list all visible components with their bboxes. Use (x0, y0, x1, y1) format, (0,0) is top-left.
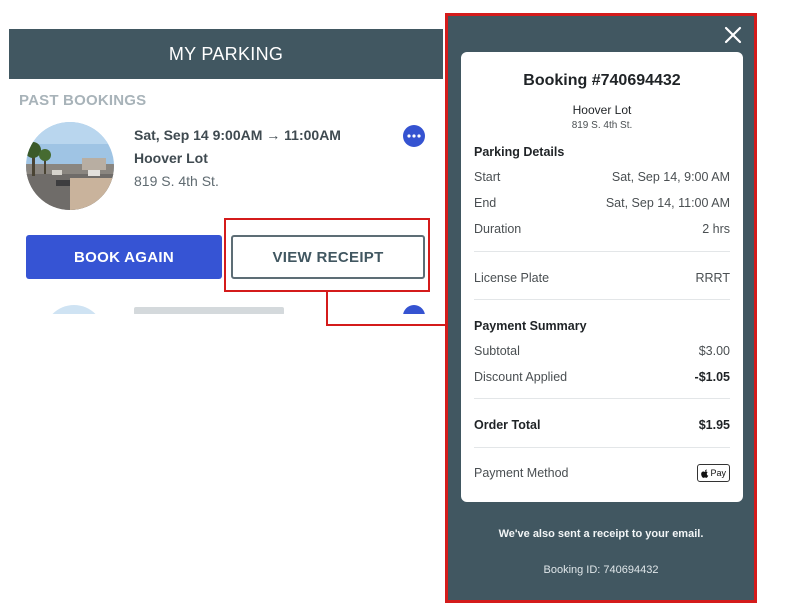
booking-id-footer: Booking ID: 740694432 (543, 564, 659, 576)
callout-connector (326, 292, 328, 326)
payment-method-row: Payment Method Pay (474, 464, 730, 482)
subtotal-value: $3.00 (698, 344, 730, 358)
booking-address: 819 S. 4th St. (134, 173, 219, 189)
divider (474, 251, 730, 252)
book-again-button[interactable]: BOOK AGAIN (26, 235, 222, 279)
section-label-past-bookings: PAST BOOKINGS (19, 92, 147, 109)
apple-pay-text: Pay (710, 468, 726, 478)
detail-row-end: End Sat, Sep 14, 11:00 AM (474, 196, 730, 210)
receipt-modal: Booking #740694432 Hoover Lot 819 S. 4th… (445, 13, 757, 603)
discount-label: Discount Applied (474, 370, 568, 384)
license-plate-value: RRRT (695, 271, 731, 285)
receipt-lot-name: Hoover Lot (572, 103, 632, 117)
license-plate-row: License Plate RRRT (474, 271, 730, 285)
divider (474, 299, 730, 300)
more-horizontal-icon (407, 134, 421, 138)
divider (474, 447, 730, 448)
apple-icon (701, 469, 709, 478)
detail-row-start: Start Sat, Sep 14, 9:00 AM (474, 170, 730, 184)
payment-method-label: Payment Method (474, 466, 569, 480)
order-total-label: Order Total (474, 418, 541, 432)
detail-label: End (474, 196, 497, 210)
next-booking-thumbnail (44, 305, 104, 314)
highlight-box (224, 218, 430, 292)
next-booking-more-button[interactable] (403, 305, 425, 314)
booking-lot-name: Hoover Lot (134, 150, 208, 166)
receipt-card: Booking #740694432 Hoover Lot 819 S. 4th… (461, 52, 743, 502)
detail-value: 2 hrs (702, 222, 730, 236)
detail-row-duration: Duration 2 hrs (474, 222, 730, 236)
subtotal-label: Subtotal (474, 344, 520, 358)
apple-pay-badge: Pay (697, 464, 730, 482)
next-booking-text (134, 307, 284, 314)
discount-row: Discount Applied -$1.05 (474, 370, 730, 384)
discount-value: -$1.05 (694, 370, 730, 384)
more-options-button[interactable] (403, 125, 425, 147)
detail-value: Sat, Sep 14, 9:00 AM (611, 170, 730, 184)
license-plate-label: License Plate (474, 271, 550, 285)
detail-label: Duration (474, 222, 522, 236)
page-title: MY PARKING (168, 44, 284, 64)
detail-label: Start (474, 170, 501, 184)
app-header: MY PARKING (9, 29, 443, 79)
order-total-value: $1.95 (698, 418, 730, 432)
lot-thumbnail (26, 122, 114, 210)
callout-connector (326, 324, 447, 326)
payment-summary-heading: Payment Summary (474, 319, 587, 333)
parking-details-heading: Parking Details (474, 145, 565, 159)
receipt-email-message: We've also sent a receipt to your email. (498, 528, 704, 540)
detail-value: Sat, Sep 14, 11:00 AM (605, 196, 730, 210)
order-total-row: Order Total $1.95 (474, 418, 730, 432)
receipt-title: Booking #740694432 (523, 72, 681, 89)
booking-datetime: Sat, Sep 14 9:00AM → 11:00AM (134, 127, 341, 143)
receipt-address: 819 S. 4th St. (571, 120, 633, 131)
subtotal-row: Subtotal $3.00 (474, 344, 730, 358)
close-icon[interactable] (722, 24, 744, 46)
divider (474, 398, 730, 399)
